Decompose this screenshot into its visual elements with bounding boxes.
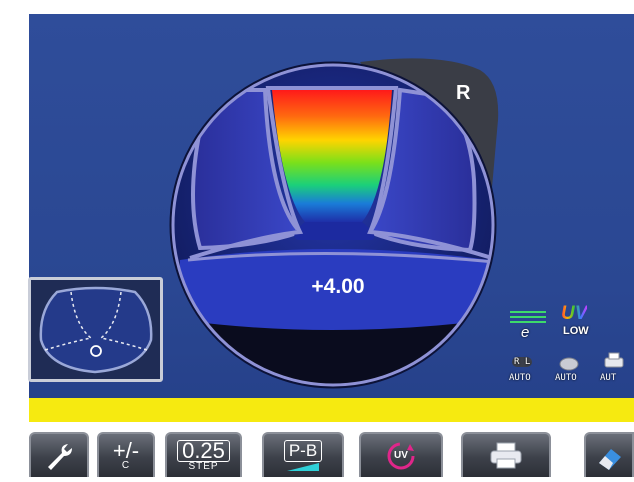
e-indicator: e xyxy=(521,324,530,341)
step-label: STEP xyxy=(188,460,219,472)
ramp-icon xyxy=(287,462,319,471)
auto-rl-button[interactable]: R L AUTO xyxy=(508,355,540,389)
auto-rl-bottom: AUTO xyxy=(509,373,531,383)
eraser-button[interactable] xyxy=(584,432,634,477)
printer-icon xyxy=(490,442,522,468)
step-value: 0.25 xyxy=(177,439,230,462)
auto-right-button[interactable]: AUT xyxy=(598,352,634,388)
uv-button[interactable]: UV xyxy=(359,432,443,477)
sign-sub-label: C xyxy=(121,459,131,471)
uv-button-label: UV xyxy=(394,450,408,461)
status-bar xyxy=(29,398,634,422)
pb-label: P-B xyxy=(283,439,323,462)
auto-center-label: AUTO xyxy=(555,373,577,383)
pb-button[interactable]: P-B xyxy=(262,432,344,477)
wrench-icon xyxy=(48,443,72,470)
lens-outline-icon xyxy=(39,286,153,374)
sign-button[interactable]: +/- C xyxy=(97,432,155,477)
eye-label[interactable]: R xyxy=(456,82,470,105)
sign-label: +/- xyxy=(112,437,140,463)
auto-center-button[interactable]: AUTO xyxy=(553,355,585,389)
auto-rl-top: R L xyxy=(512,357,533,367)
uv-level-label: LOW xyxy=(563,325,589,337)
power-reading: +4.00 xyxy=(311,274,365,298)
uv-indicator: UV LOW xyxy=(558,303,598,343)
printer-small-icon xyxy=(604,352,624,368)
tools-button[interactable] xyxy=(29,432,89,477)
uv-indicator-label: UV xyxy=(561,303,588,324)
lens-sensor-icon xyxy=(559,357,579,371)
eraser-icon xyxy=(599,448,621,470)
auto-right-label: AUT xyxy=(600,373,617,383)
step-button[interactable]: 0.25 STEP xyxy=(165,432,242,477)
lens-thumbnail[interactable] xyxy=(28,277,163,382)
print-button[interactable] xyxy=(461,432,551,477)
